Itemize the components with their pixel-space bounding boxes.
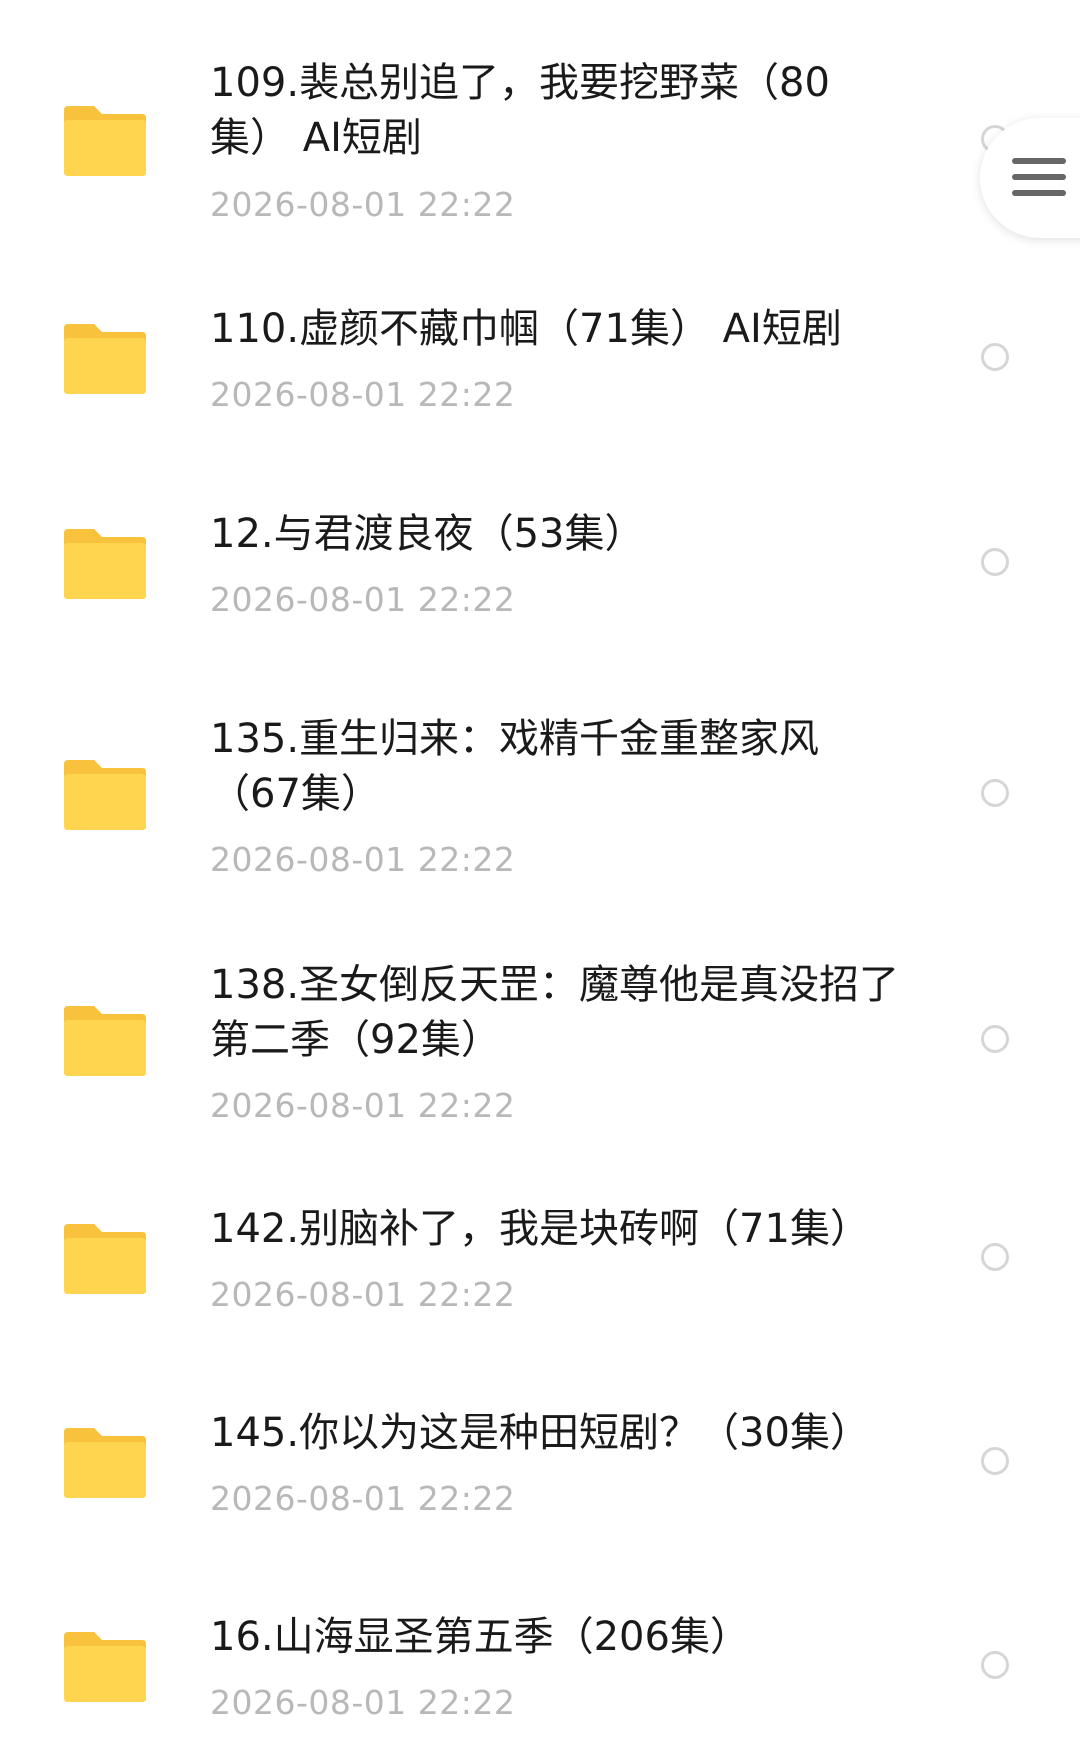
- item-title: 109.裴总别追了，我要挖野菜（80集） AI短剧: [210, 60, 830, 161]
- folder-icon: [62, 525, 148, 601]
- hamburger-menu-icon: [1012, 158, 1066, 164]
- folder-icon: [62, 1424, 148, 1500]
- radio-circle-icon[interactable]: [981, 1651, 1009, 1679]
- radio-circle-icon[interactable]: [981, 1025, 1009, 1053]
- item-date: 2026-08-01 22:22: [210, 375, 516, 414]
- list-item[interactable]: 16.山海显圣第五季（206集） 2026-08-01 22:22: [0, 1558, 1080, 1749]
- item-title: 12.与君渡良夜（53集）: [210, 511, 645, 557]
- item-date: 2026-08-01 22:22: [210, 1479, 516, 1518]
- folder-icon: [62, 1628, 148, 1704]
- item-date: 2026-08-01 22:22: [210, 1086, 516, 1125]
- item-title: 142.别脑补了，我是块砖啊（71集）: [210, 1206, 870, 1252]
- list-item[interactable]: 109.裴总别追了，我要挖野菜（80集） AI短剧 2026-08-01 22:…: [0, 0, 1080, 240]
- hamburger-menu-icon: [1012, 190, 1066, 196]
- item-date: 2026-08-01 22:22: [210, 580, 516, 619]
- list-item[interactable]: 145.你以为这是种田短剧？（30集） 2026-08-01 22:22: [0, 1354, 1080, 1534]
- item-date: 2026-08-01 22:22: [210, 840, 516, 879]
- list-item[interactable]: 12.与君渡良夜（53集） 2026-08-01 22:22: [0, 455, 1080, 635]
- hamburger-menu-icon: [1012, 174, 1066, 180]
- item-title: 145.你以为这是种田短剧？（30集）: [210, 1410, 870, 1456]
- list-item[interactable]: 142.别脑补了，我是块砖啊（71集） 2026-08-01 22:22: [0, 1150, 1080, 1330]
- item-title: 110.虚颜不藏巾帼（71集） AI短剧: [210, 306, 842, 352]
- radio-circle-icon[interactable]: [981, 548, 1009, 576]
- list-item[interactable]: 138.圣女倒反天罡：魔尊他是真没招了第二季（92集） 2026-08-01 2…: [0, 906, 1080, 1146]
- list-item[interactable]: 135.重生归来：戏精千金重整家风（67集） 2026-08-01 22:22: [0, 660, 1080, 900]
- folder-icon: [62, 756, 148, 832]
- item-date: 2026-08-01 22:22: [210, 185, 516, 224]
- item-title: 138.圣女倒反天罡：魔尊他是真没招了第二季（92集）: [210, 962, 900, 1063]
- item-date: 2026-08-01 22:22: [210, 1275, 516, 1314]
- folder-icon: [62, 1220, 148, 1296]
- folder-icon: [62, 102, 148, 178]
- radio-circle-icon[interactable]: [981, 1447, 1009, 1475]
- radio-circle-icon[interactable]: [981, 779, 1009, 807]
- folder-icon: [62, 1002, 148, 1078]
- item-title: 135.重生归来：戏精千金重整家风（67集）: [210, 716, 820, 817]
- item-title: 16.山海显圣第五季（206集）: [210, 1614, 750, 1660]
- list-item[interactable]: 110.虚颜不藏巾帼（71集） AI短剧 2026-08-01 22:22: [0, 250, 1080, 430]
- folder-icon: [62, 320, 148, 396]
- radio-circle-icon[interactable]: [981, 343, 1009, 371]
- item-date: 2026-08-01 22:22: [210, 1683, 516, 1722]
- radio-circle-icon[interactable]: [981, 1243, 1009, 1271]
